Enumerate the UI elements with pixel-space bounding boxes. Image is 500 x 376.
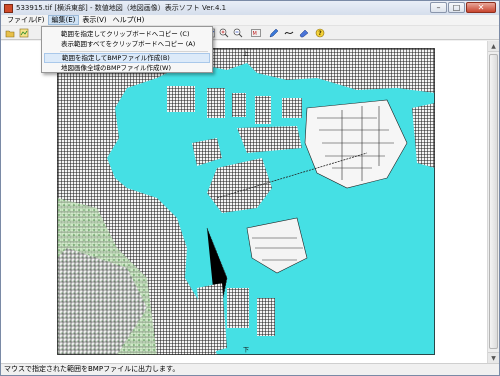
app-window: 533915.tif [横浜東部] - 数値地図（地図画像）表示ソフト Ver.… (0, 0, 500, 376)
help-icon[interactable]: ? (315, 28, 325, 38)
menu-bar: ファイル(F) 編集(E) 表示(V) ヘルプ(H) (1, 15, 499, 26)
map-label-top: 上 (243, 50, 249, 58)
menu-help[interactable]: ヘルプ(H) (110, 15, 148, 25)
map-label-bottom: 下 (243, 347, 249, 354)
status-text: マウスで指定された範囲をBMPファイルに出力します。 (4, 365, 180, 373)
close-button[interactable]: ✕ (466, 2, 496, 13)
map-canvas[interactable]: 上 下 (1, 41, 499, 363)
vertical-scrollbar[interactable]: ▲ ▼ (487, 41, 499, 363)
scroll-down-arrow[interactable]: ▼ (488, 352, 499, 363)
menu-file[interactable]: ファイル(F) (4, 15, 48, 25)
window-title: 533915.tif [横浜東部] - 数値地図（地図画像）表示ソフト Ver.… (16, 4, 227, 12)
scroll-up-arrow[interactable]: ▲ (488, 41, 499, 52)
menu-item-copy-range-clipboard[interactable]: 範囲を指定してクリップボードへコピー (C) (44, 29, 210, 39)
menu-item-create-bmp-range[interactable]: 範囲を指定してBMPファイル作成(B) (44, 53, 210, 63)
eraser-icon[interactable] (299, 28, 309, 38)
svg-text:M: M (253, 31, 257, 37)
maximize-button[interactable]: □ (448, 2, 465, 13)
svg-text:?: ? (318, 30, 322, 37)
map-select-icon[interactable] (19, 28, 29, 38)
scroll-thumb[interactable] (489, 54, 498, 349)
pen-icon[interactable] (269, 28, 279, 38)
menu-view[interactable]: 表示(V) (79, 15, 109, 25)
map-image: 上 下 (57, 48, 435, 355)
menu-edit[interactable]: 編集(E) (47, 15, 80, 25)
zoom-in-icon[interactable] (219, 28, 229, 38)
menu-item-create-bmp-whole[interactable]: 地図画像全域のBMPファイル作成(W) (44, 63, 210, 73)
title-bar[interactable]: 533915.tif [横浜東部] - 数値地図（地図画像）表示ソフト Ver.… (1, 1, 499, 15)
menu-separator (60, 51, 208, 52)
menu-item-copy-all-clipboard[interactable]: 表示範囲すべてをクリップボードへコピー (A) (44, 39, 210, 49)
minimize-button[interactable]: – (430, 2, 447, 13)
topographic-map[interactable]: 上 下 (57, 48, 435, 355)
open-icon[interactable] (5, 28, 15, 38)
edit-menu-dropdown: 範囲を指定してクリップボードへコピー (C) 表示範囲すべてをクリップボードへコ… (41, 26, 213, 73)
zoom-out-icon[interactable] (233, 28, 243, 38)
window-controls: – □ ✕ (430, 2, 496, 13)
app-icon (4, 3, 13, 13)
status-bar: マウスで指定された範囲をBMPファイルに出力します。 (1, 363, 499, 375)
fit-icon[interactable]: M (251, 28, 261, 38)
line-icon[interactable] (284, 28, 294, 38)
